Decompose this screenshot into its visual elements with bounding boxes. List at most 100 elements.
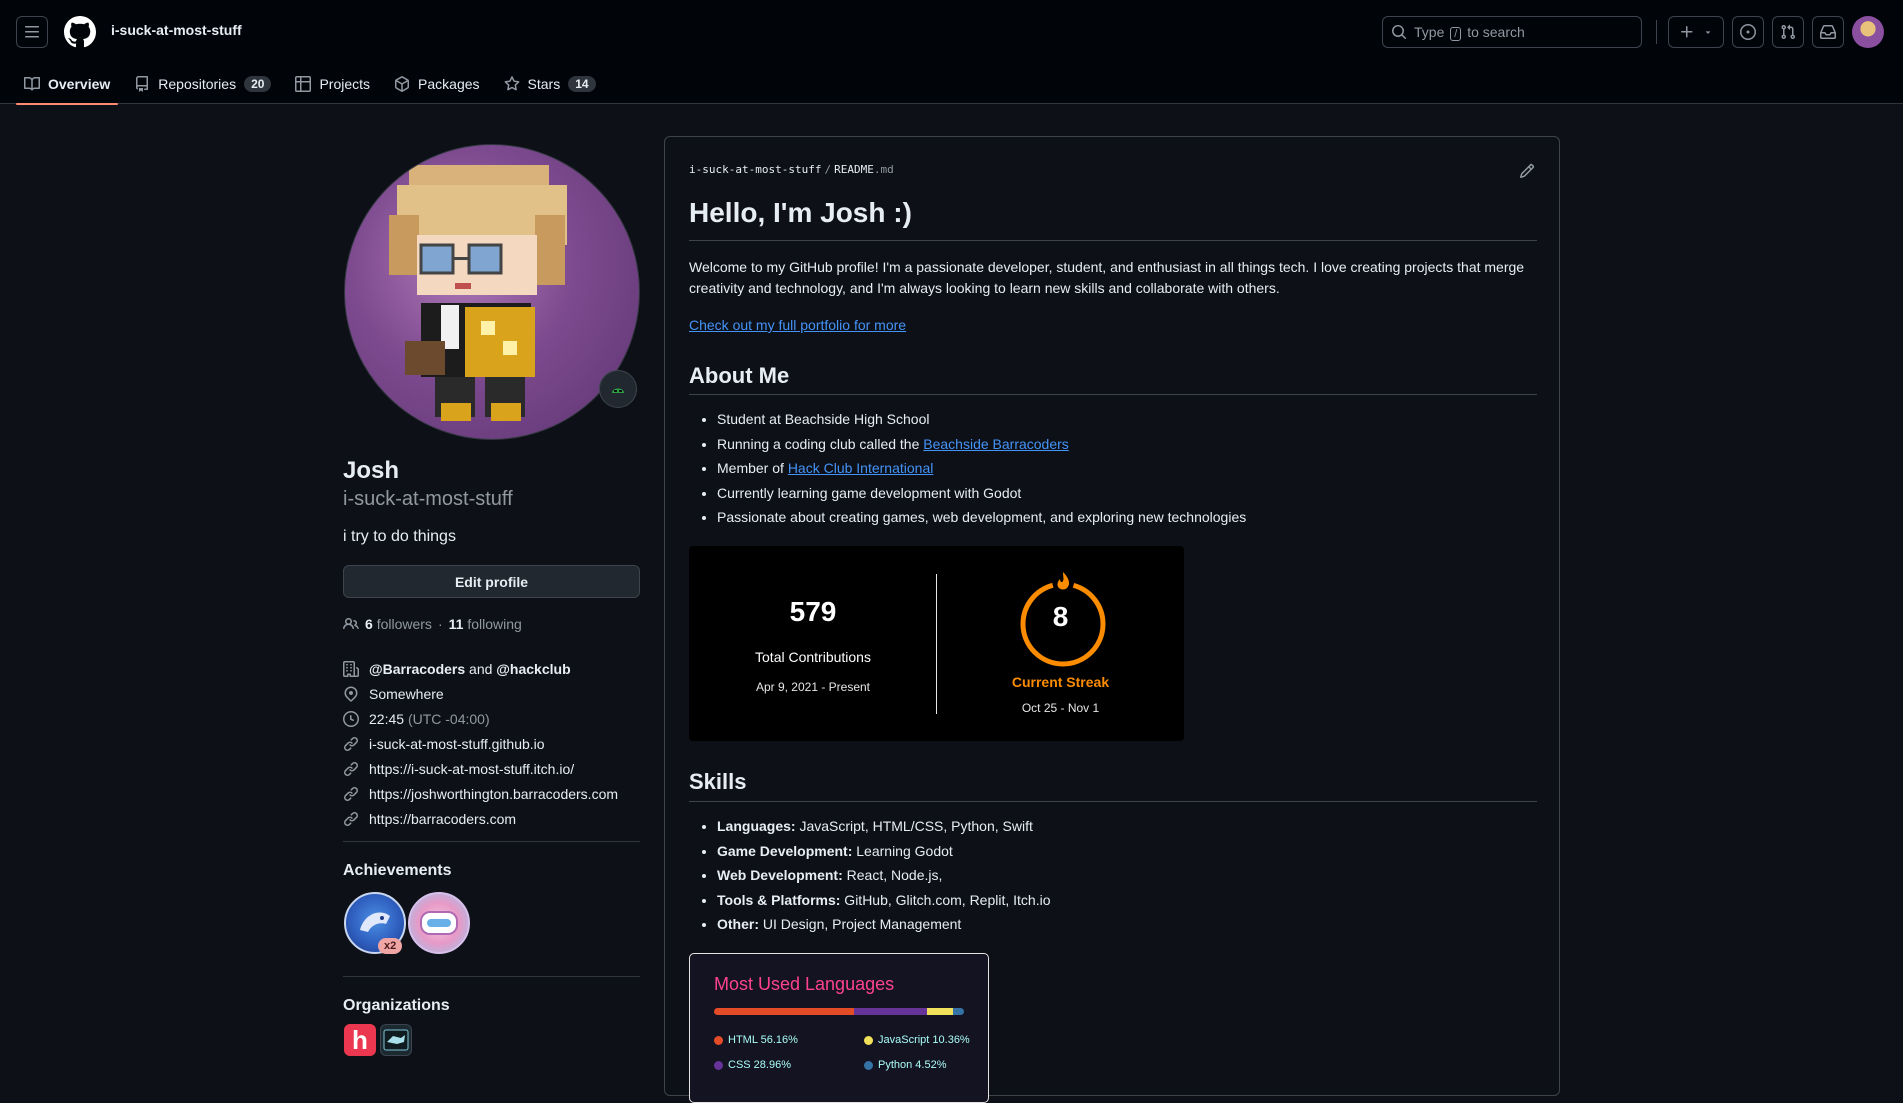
pull-requests-button[interactable]: [1772, 16, 1804, 48]
github-streak-card: 579 Total Contributions Apr 9, 2021 - Pr…: [689, 546, 1184, 741]
user-avatar-menu[interactable]: [1852, 16, 1884, 48]
language-legend-label: CSS 28.96%: [728, 1059, 791, 1071]
social-link[interactable]: https://i-suck-at-most-stuff.itch.io/: [369, 761, 574, 777]
create-new-button[interactable]: [1668, 16, 1724, 48]
social-link-row: https://i-suck-at-most-stuff.itch.io/: [343, 756, 618, 781]
language-color-dot: [864, 1060, 873, 1070]
following-link[interactable]: 11 following: [449, 616, 522, 632]
list-item: Web Development: React, Node.js,: [717, 863, 1051, 888]
website-row: i-suck-at-most-stuff.github.io: [343, 731, 618, 756]
org-avatar-hackclub[interactable]: h: [344, 1024, 376, 1056]
social-link[interactable]: https://joshworthington.barracoders.com: [369, 786, 618, 802]
tab-projects[interactable]: Projects: [287, 64, 378, 104]
profile-login: i-suck-at-most-stuff: [343, 488, 513, 510]
readme-owner-link[interactable]: i-suck-at-most-stuff: [689, 163, 821, 176]
local-time-row: 22:45 (UTC -04:00): [343, 706, 618, 731]
list-item: Languages: JavaScript, HTML/CSS, Python,…: [717, 814, 1051, 839]
language-bar-segment: [714, 1008, 855, 1015]
search-prefix: Type: [1414, 23, 1445, 40]
language-bar-segment: [926, 1008, 953, 1015]
star-icon: [504, 76, 519, 91]
search-input[interactable]: Type / to search: [1382, 16, 1642, 48]
list-item: Passionate about creating games, web dev…: [717, 505, 1246, 530]
tab-overview[interactable]: Overview: [16, 64, 119, 105]
timezone: (UTC -04:00): [407, 710, 490, 727]
barracuda-logo-icon: [383, 1029, 409, 1051]
language-legend-item: JavaScript 10.36%: [864, 1034, 970, 1046]
readme-filename[interactable]: README: [834, 163, 874, 176]
issues-button[interactable]: [1732, 16, 1764, 48]
heading-rule: [689, 801, 1537, 802]
profile-bio: i try to do things: [343, 528, 456, 545]
global-header: i-suck-at-most-stuff Type / to search Ov…: [0, 0, 1903, 105]
followers-count: 6: [365, 616, 373, 632]
language-color-dot: [714, 1060, 723, 1070]
local-time: 22:45: [369, 710, 405, 727]
issue-opened-icon: [1740, 24, 1756, 40]
total-contributions-range: Apr 9, 2021 - Present: [755, 680, 871, 694]
menu-button[interactable]: [16, 16, 48, 48]
skills-list: Languages: JavaScript, HTML/CSS, Python,…: [717, 814, 1051, 937]
repositories-count-badge: 20: [244, 76, 272, 92]
header-username[interactable]: i-suck-at-most-stuff: [111, 22, 242, 38]
skill-label: Web Development:: [717, 867, 843, 883]
org-barracoders-link[interactable]: @Barracoders: [369, 661, 465, 677]
skill-value: Learning Godot: [852, 842, 953, 859]
barracoders-link[interactable]: Beachside Barracoders: [923, 436, 1069, 452]
stats-divider: [936, 574, 937, 714]
search-shortcut-key: /: [1450, 26, 1462, 41]
profile-details-list: @Barracoders and @hackclub Somewhere 22:…: [343, 656, 618, 831]
followers-label: followers: [376, 616, 432, 632]
list-item: Other: UI Design, Project Management: [717, 912, 1051, 937]
heading-rule: [689, 240, 1537, 241]
achievement-badge-yolo[interactable]: [408, 892, 470, 954]
profile-avatar[interactable]: [344, 144, 640, 440]
status-emoji-icon: [612, 388, 624, 393]
repo-icon: [136, 76, 149, 92]
skill-value: React, Node.js,: [842, 867, 943, 883]
tab-overview-label: Overview: [48, 76, 111, 92]
skills-heading: Skills: [689, 769, 747, 794]
skill-label: Game Development:: [717, 842, 853, 859]
location-row: Somewhere: [343, 681, 618, 706]
social-link[interactable]: https://barracoders.com: [369, 811, 516, 827]
hackclub-link[interactable]: Hack Club International: [788, 460, 934, 476]
tab-projects-label: Projects: [319, 76, 371, 92]
inbox-button[interactable]: [1812, 16, 1844, 48]
following-label: following: [467, 616, 522, 632]
github-logo-icon[interactable]: [64, 16, 96, 48]
language-legend-label: Python 4.52%: [878, 1059, 947, 1071]
language-legend-label: JavaScript 10.36%: [878, 1034, 970, 1046]
inbox-icon: [1820, 25, 1836, 39]
followers-link[interactable]: 6 followers: [365, 616, 432, 632]
and-text: and: [469, 660, 493, 677]
portfolio-link[interactable]: Check out my full portfolio for more: [689, 317, 906, 333]
profile-name: Josh: [343, 457, 400, 484]
org-hackclub-link[interactable]: @hackclub: [496, 661, 570, 677]
hamburger-icon: [25, 26, 39, 38]
organizations-heading: Organizations: [343, 997, 450, 1014]
achievement-multiplier-badge: x2: [378, 938, 403, 954]
tab-repositories[interactable]: Repositories 20: [126, 64, 279, 104]
header-divider: [1656, 20, 1657, 44]
people-icon: [343, 617, 359, 630]
tab-stars[interactable]: Stars 14: [496, 64, 604, 104]
sidebar-divider: [343, 841, 640, 842]
languages-card-title: Most Used Languages: [714, 974, 895, 994]
readme-extension: .md: [873, 163, 894, 176]
pencil-icon[interactable]: [1519, 163, 1535, 179]
org-avatar-barracoders[interactable]: [380, 1024, 412, 1056]
tab-packages[interactable]: Packages: [386, 64, 487, 104]
edit-profile-button[interactable]: Edit profile: [343, 565, 640, 598]
link-icon: [343, 761, 359, 776]
tab-packages-label: Packages: [418, 76, 480, 92]
triangle-down-icon: [1705, 31, 1711, 34]
skill-value: GitHub, Glitch.com, Replit, Itch.io: [840, 891, 1051, 908]
following-count: 11: [448, 616, 464, 632]
package-icon: [395, 76, 410, 92]
language-legend-item: HTML 56.16%: [714, 1034, 798, 1046]
location-icon: [344, 685, 358, 702]
tab-stars-label: Stars: [527, 76, 561, 92]
status-button[interactable]: [599, 370, 637, 408]
website-link[interactable]: i-suck-at-most-stuff.github.io: [369, 736, 545, 752]
